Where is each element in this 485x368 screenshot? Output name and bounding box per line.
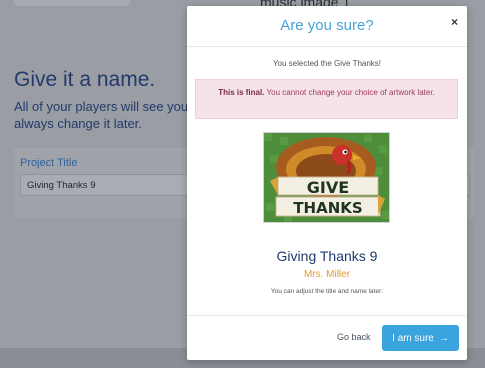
- close-icon[interactable]: ×: [451, 15, 458, 29]
- alert-bold-text: This is final.: [218, 88, 265, 97]
- turkey-artwork-image: GIVE THANKS: [263, 132, 390, 223]
- alert-text: You cannot change your choice of artwork…: [264, 88, 435, 97]
- i-am-sure-label: I am sure: [392, 332, 434, 344]
- modal-header: Are you sure? ×: [187, 6, 467, 47]
- go-back-button[interactable]: Go back: [337, 332, 371, 342]
- artwork-text-thanks: THANKS: [293, 199, 362, 217]
- artwork-text-give: GIVE: [307, 178, 349, 197]
- final-warning-alert: This is final. You cannot change your ch…: [195, 79, 458, 119]
- confirm-modal: Are you sure? × You selected the Give Th…: [187, 6, 467, 360]
- project-title-label: Project Title: [20, 157, 78, 169]
- modal-footer-divider: [187, 315, 467, 316]
- background-heading: Give it a name.: [14, 68, 156, 91]
- selected-artwork-text: You selected the Give Thanks!: [272, 59, 382, 68]
- project-title-heading: Giving Thanks 9: [276, 248, 378, 264]
- modal-title: Are you sure?: [280, 17, 374, 34]
- arrow-right-icon: →: [438, 332, 449, 344]
- author-name: Mrs. Miller: [303, 269, 351, 280]
- background-top-card: [14, 0, 130, 6]
- background-subtext: All of your players will see your always…: [14, 99, 193, 131]
- adjust-hint-text: You can adjust the title and name later:: [270, 288, 384, 295]
- i-am-sure-button[interactable]: I am sure →: [382, 325, 459, 351]
